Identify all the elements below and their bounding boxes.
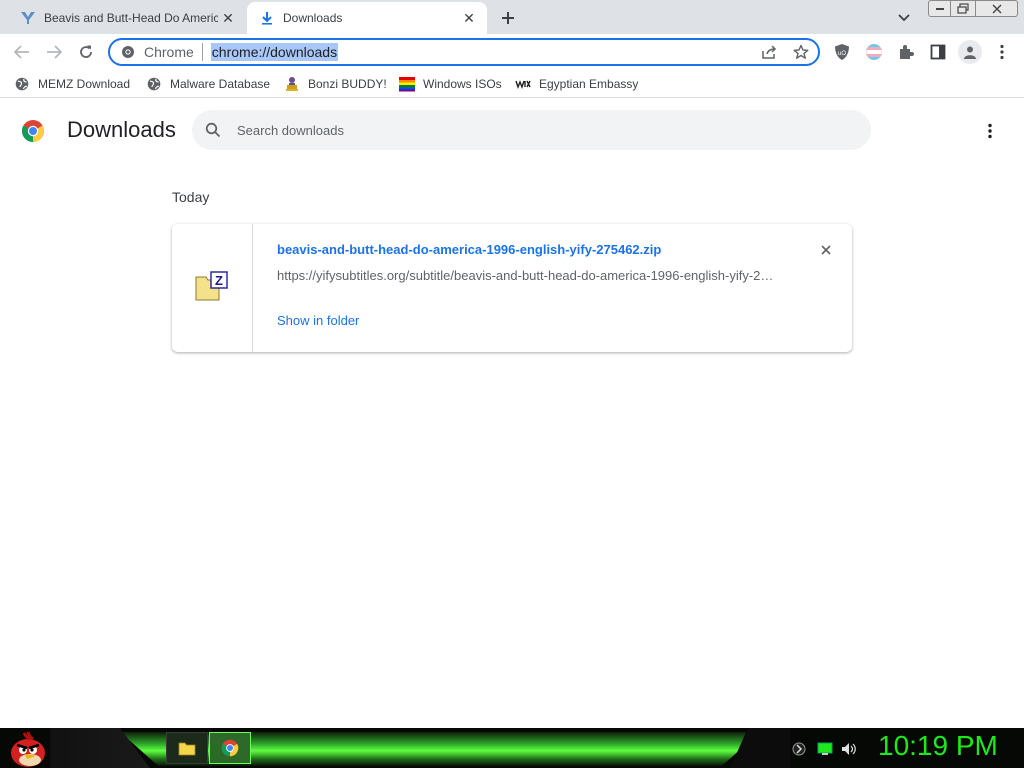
address-bar[interactable]: Chrome chrome://downloads: [108, 38, 820, 66]
taskbar-clock[interactable]: 10:19 PM: [878, 730, 998, 762]
chrome-icon: [221, 739, 239, 757]
plus-icon: [502, 12, 514, 24]
bonzi-icon: [284, 76, 300, 92]
bookmark-star-icon[interactable]: [792, 43, 810, 61]
wix-icon: [515, 76, 531, 92]
close-icon: [992, 4, 1001, 13]
tab-search-button[interactable]: [894, 8, 914, 28]
back-button[interactable]: [10, 40, 34, 64]
bookmark-memz-download[interactable]: MEMZ Download: [14, 75, 130, 93]
toolbar: Chrome chrome://downloads uO: [0, 34, 1024, 70]
close-icon[interactable]: ✕: [459, 8, 479, 28]
globe-icon: [146, 76, 162, 92]
search-input[interactable]: [237, 122, 871, 138]
page-title: Downloads: [67, 117, 176, 142]
side-panel-icon[interactable]: [928, 42, 948, 62]
bookmark-label: Bonzi BUDDY!: [308, 77, 387, 91]
remove-download-button[interactable]: [816, 240, 836, 260]
tray-icon[interactable]: [790, 740, 808, 758]
windows-flag-icon: [399, 76, 415, 92]
downloads-page: Downloads Today Z beavis-and-butt-head-d…: [0, 99, 1024, 728]
zip-folder-icon: Z: [195, 270, 229, 306]
chip-separator: [201, 43, 203, 61]
section-date-header: Today: [172, 189, 210, 205]
bookmark-malware-database[interactable]: Malware Database: [146, 75, 270, 93]
download-source-url[interactable]: https://yifysubtitles.org/subtitle/beavi…: [277, 268, 777, 283]
tab-title: Downloads: [283, 11, 343, 25]
yify-icon: [20, 10, 36, 26]
forward-button[interactable]: [42, 40, 66, 64]
ublock-icon[interactable]: uO: [832, 42, 852, 62]
download-item: Z beavis-and-butt-head-do-america-1996-e…: [172, 224, 852, 352]
bookmarks-bar: MEMZ Download Malware Database Bonzi BUD…: [0, 70, 1024, 98]
volume-icon[interactable]: [840, 740, 858, 758]
tab-beavis[interactable]: Beavis and Butt-Head Do Americ ✕: [8, 2, 246, 34]
start-button-angry-bird-icon[interactable]: [6, 729, 50, 767]
forward-arrow-icon: [47, 45, 62, 59]
bookmark-label: Malware Database: [170, 77, 271, 91]
extensions-puzzle-icon[interactable]: [896, 42, 916, 62]
bookmark-label: Egyptian Embassy: [539, 77, 639, 91]
close-icon: [821, 245, 831, 255]
tab-title: Beavis and Butt-Head Do Americ: [44, 11, 218, 25]
bookmark-bonzi-buddy[interactable]: Bonzi BUDDY!: [284, 75, 387, 93]
chrome-menu-icon[interactable]: [992, 42, 1012, 62]
search-bar[interactable]: [192, 110, 871, 150]
minimize-icon: [935, 7, 944, 10]
download-filename-link[interactable]: beavis-and-butt-head-do-america-1996-eng…: [277, 242, 661, 257]
site-chip-label: Chrome: [144, 44, 194, 60]
reload-button[interactable]: [74, 40, 98, 64]
globe-icon: [14, 76, 30, 92]
svg-text:uO: uO: [838, 51, 846, 57]
bookmark-windows-isos[interactable]: Windows ISOs: [399, 75, 502, 93]
search-icon: [204, 121, 222, 139]
restore-icon: [957, 3, 969, 14]
folder-icon: [178, 742, 196, 756]
taskbar-chrome-button[interactable]: [209, 732, 251, 764]
bookmark-egyptian-embassy[interactable]: Egyptian Embassy: [515, 75, 638, 93]
new-tab-button[interactable]: [497, 7, 519, 29]
profile-avatar-icon[interactable]: [958, 40, 982, 64]
back-arrow-icon: [14, 45, 29, 59]
file-icon-column: Z: [172, 224, 253, 352]
tab-strip: Beavis and Butt-Head Do Americ ✕ Downloa…: [0, 0, 1024, 34]
close-icon[interactable]: ✕: [218, 8, 238, 28]
taskbar: 10:19 PM: [0, 728, 1024, 768]
network-icon[interactable]: [816, 740, 834, 758]
minimize-button[interactable]: [928, 0, 951, 17]
tab-downloads[interactable]: Downloads ✕: [247, 2, 487, 34]
chrome-site-icon: [120, 44, 136, 60]
chevron-down-icon: [898, 14, 910, 22]
more-actions-icon[interactable]: [980, 121, 1000, 141]
show-in-folder-link[interactable]: Show in folder: [277, 313, 359, 328]
restore-button[interactable]: [951, 0, 976, 17]
svg-text:Z: Z: [215, 273, 223, 288]
bookmark-label: MEMZ Download: [38, 77, 131, 91]
chrome-logo-icon: [21, 119, 45, 143]
window-close-button[interactable]: [976, 0, 1018, 17]
bookmark-label: Windows ISOs: [423, 77, 502, 91]
reload-icon: [80, 45, 92, 58]
url-text[interactable]: chrome://downloads: [210, 43, 339, 61]
download-icon: [259, 10, 275, 26]
share-icon[interactable]: [760, 43, 778, 61]
taskbar-file-explorer-button[interactable]: [166, 732, 208, 764]
trans-flag-extension-icon[interactable]: [864, 42, 884, 62]
